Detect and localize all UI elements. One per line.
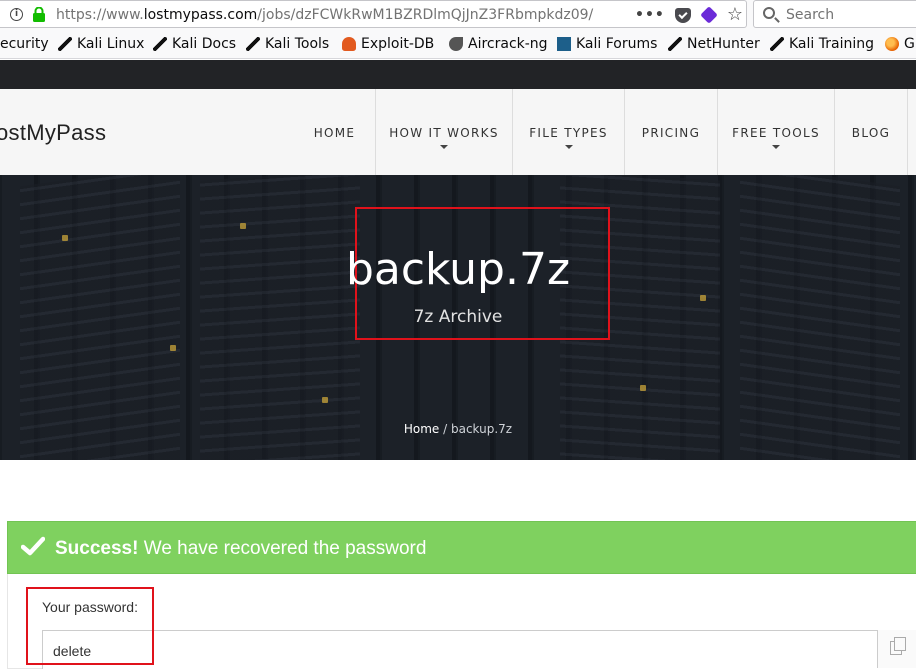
search-input[interactable]: Search [753, 0, 916, 28]
lock-icon[interactable] [32, 7, 46, 22]
bookmark-security[interactable]: ecurity [0, 35, 49, 53]
bookmarks-bar: ecurity Kali Linux Kali Docs Kali Tools … [0, 29, 916, 59]
nav-pricing[interactable]: PRICING [624, 89, 717, 175]
nav-label: BLOG [851, 126, 891, 140]
bookmark-aircrack-ng[interactable]: Aircrack-ng [449, 35, 548, 53]
bookmark-nethunter[interactable]: NetHunter [668, 35, 760, 53]
exploit-db-icon [342, 37, 356, 51]
info-icon[interactable]: i [10, 8, 23, 21]
nav-free-tools[interactable]: FREE TOOLS [717, 89, 834, 175]
caret-down-icon [564, 145, 573, 149]
nav-label: FILE TYPES [529, 126, 608, 140]
caret-down-icon [772, 145, 780, 149]
caret-down-icon [440, 145, 448, 149]
server-led [640, 385, 646, 391]
address-bar[interactable]: i https://www.lostmypass.com/jobs/dzFCWk… [0, 0, 747, 28]
bookmark-google[interactable]: G [885, 35, 915, 53]
kali-dragon-icon [58, 37, 72, 51]
breadcrumb-separator: / [439, 422, 451, 436]
site-header: ostMyPass HOME HOW IT WORKS FILE TYPES P… [0, 89, 916, 175]
file-title: backup.7z [345, 244, 571, 295]
top-bar [0, 60, 916, 89]
bookmark-label: G [904, 36, 915, 52]
url-path: /jobs/dzFCWkRwM1BZRDlmQjJnZ3FRbmpkdz09/ [257, 7, 594, 23]
success-detail: We have recovered the password [138, 538, 427, 559]
bookmark-star-icon[interactable]: ☆ [727, 6, 743, 24]
bookmark-label: Kali Linux [77, 36, 145, 52]
server-led [62, 235, 68, 241]
server-led [240, 223, 246, 229]
bookmark-label: Aircrack-ng [468, 36, 548, 52]
aircrack-icon [449, 37, 463, 51]
success-message: Success! We have recovered the password [55, 537, 426, 561]
bookmark-label: Kali Training [789, 36, 874, 52]
nav-label: PRICING [641, 126, 701, 140]
bookmark-exploit-db[interactable]: Exploit-DB [342, 35, 434, 53]
url-host: lostmypass.com [143, 7, 258, 23]
success-strong: Success! [55, 538, 139, 559]
nav-label: HOW IT WORKS [389, 126, 499, 140]
kali-dragon-icon [153, 37, 167, 51]
site-logo[interactable]: ostMyPass [0, 120, 106, 146]
bookmark-kali-linux[interactable]: Kali Linux [58, 35, 144, 53]
kali-dragon-icon [668, 37, 682, 51]
server-led [322, 397, 328, 403]
extension-icon[interactable] [700, 6, 718, 24]
nav-home[interactable]: HOME [294, 89, 375, 175]
bookmark-label: ecurity [0, 36, 49, 52]
breadcrumb-home-link[interactable]: Home [404, 422, 439, 436]
kali-dragon-icon [770, 37, 784, 51]
browser-toolbar: i https://www.lostmypass.com/jobs/dzFCWk… [0, 0, 916, 29]
bookmark-kali-training[interactable]: Kali Training [770, 35, 874, 53]
bookmark-label: Exploit-DB [361, 36, 435, 52]
nav-blog[interactable]: BLOG [834, 89, 907, 175]
search-icon [763, 7, 775, 19]
firefox-icon [885, 37, 899, 51]
nav-divider [907, 89, 916, 175]
password-highlight-box [26, 587, 154, 665]
server-led [170, 345, 176, 351]
password-field[interactable]: delete [42, 630, 916, 669]
hero-banner: backup.7z 7z Archive Home / backup.7z [0, 175, 916, 460]
bookmark-kali-docs[interactable]: Kali Docs [153, 35, 236, 53]
page-actions-icon[interactable]: ••• [635, 8, 665, 22]
pocket-icon[interactable] [674, 7, 691, 23]
kali-forums-icon [557, 37, 571, 51]
breadcrumb-current: backup.7z [450, 422, 513, 436]
search-placeholder: Search [786, 7, 835, 23]
breadcrumb: Home / backup.7z [0, 421, 916, 437]
bookmark-label: Kali Tools [265, 36, 330, 52]
copy-icon [890, 637, 906, 655]
url-text[interactable]: https://www.lostmypass.com/jobs/dzFCWkRw… [56, 6, 593, 24]
bookmark-label: NetHunter [687, 36, 760, 52]
kali-dragon-icon [246, 37, 260, 51]
nav-how-it-works[interactable]: HOW IT WORKS [375, 89, 512, 175]
bookmark-label: Kali Docs [172, 36, 237, 52]
file-type-subtitle: 7z Archive [413, 307, 503, 327]
bookmark-kali-forums[interactable]: Kali Forums [557, 35, 657, 53]
success-alert: Success! We have recovered the password [7, 521, 916, 574]
copy-button[interactable] [877, 630, 916, 668]
check-icon [21, 536, 45, 556]
bookmark-label: Kali Forums [576, 36, 658, 52]
nav-file-types[interactable]: FILE TYPES [512, 89, 624, 175]
nav-label: HOME [313, 126, 356, 140]
bookmark-kali-tools[interactable]: Kali Tools [246, 35, 329, 53]
url-prefix: https://www. [56, 7, 144, 23]
nav-label: FREE TOOLS [732, 126, 820, 140]
